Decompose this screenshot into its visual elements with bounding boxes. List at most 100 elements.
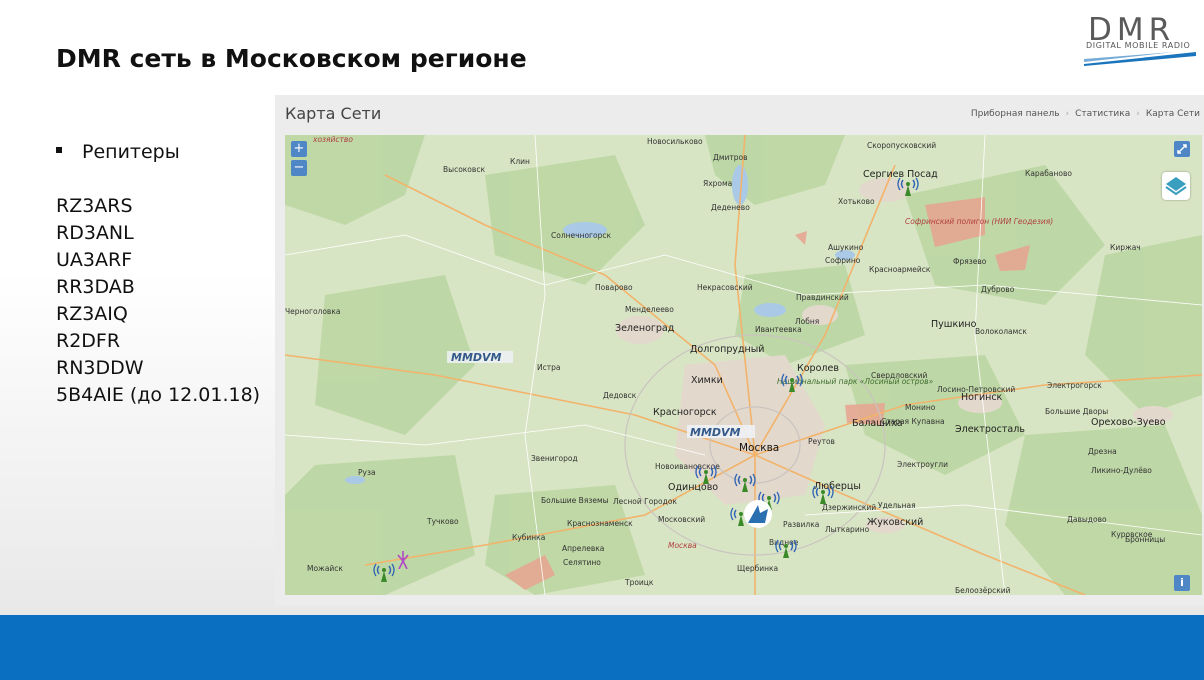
map-place-label: Москва <box>668 541 697 550</box>
map-place-label: Лесной Городок <box>613 497 677 506</box>
map-place-label: Большие Вяземы <box>541 496 609 505</box>
map-place-label: Карабаново <box>1025 169 1072 178</box>
map-place-label: Кубинка <box>512 533 546 542</box>
panel-header: Карта Сети Приборная панель › Статистика › К… <box>275 95 1204 133</box>
repeater-item: RD3ANL <box>56 222 134 244</box>
panel-title: Карта Сети <box>285 104 382 123</box>
map-place-label: Киржач <box>1110 243 1141 252</box>
map-place-label: Развилка <box>783 520 820 529</box>
map-place-label: Долгопрудный <box>690 344 765 355</box>
repeater-marker-icon[interactable] <box>775 539 797 559</box>
map-place-label: Давыдово <box>1067 515 1107 524</box>
map-place-label: Яхрома <box>703 179 733 188</box>
svg-text:MMDVM: MMDVM <box>451 351 502 364</box>
map-place-label: Ашукино <box>828 243 864 252</box>
breadcrumb-dashboard[interactable]: Приборная панель <box>971 109 1060 119</box>
repeater-item: RZ3ARS <box>56 195 133 217</box>
map-place-label: Волоколамск <box>975 327 1027 336</box>
map-place-label: Большие Дворы <box>1045 407 1109 416</box>
map-place-label: Некрасовский <box>697 283 753 292</box>
map-place-label: Тучково <box>427 517 459 526</box>
logo-swoosh-icon <box>1084 52 1196 66</box>
map-place-label: Бронницы <box>1125 535 1166 544</box>
map-place-label: Дуброво <box>981 285 1015 294</box>
map-place-label: Звенигород <box>531 454 578 463</box>
repeater-marker-icon[interactable] <box>734 473 756 493</box>
repeater-marker-icon[interactable] <box>695 465 717 485</box>
map-place-label: Истра <box>537 363 561 372</box>
map-place-label: Щербинка <box>737 564 779 573</box>
map-place-label: Фрязево <box>953 257 987 266</box>
map-place-label: Клин <box>510 157 530 166</box>
map-place-label: Селятино <box>563 558 601 567</box>
repeater-marker-icon[interactable] <box>812 485 834 505</box>
dmr-logo: DMR DIGITAL MOBILE RADIO <box>1084 14 1196 66</box>
info-button[interactable]: i <box>1174 575 1190 591</box>
map-place-label: Поварово <box>595 283 633 292</box>
map-place-label: Скоропусковский <box>867 141 937 150</box>
fullscreen-button[interactable] <box>1174 141 1190 157</box>
map-place-label: Черноголовка <box>285 307 341 316</box>
map-place-label: Московский <box>658 515 706 524</box>
repeater-marker-icon[interactable] <box>897 177 919 197</box>
map-place-label: Ногинск <box>961 392 1003 403</box>
map-place-label: Деденево <box>711 203 750 212</box>
map-place-label: Правдинский <box>796 293 849 302</box>
map-place-label: Монино <box>905 403 936 412</box>
map-place-label: Руза <box>358 468 376 477</box>
svg-text:MMDVM: MMDVM <box>690 426 741 439</box>
mmdvm-watermark-west: MMDVM <box>447 351 513 364</box>
map-place-label: Софринский полигон (НИИ Геодезия) <box>905 217 1054 226</box>
repeater-list: RZ3ARS RD3ANL UA3ARF RR3DAB RZ3AIQ R2DFR… <box>56 195 260 411</box>
logo-subtitle: DIGITAL MOBILE RADIO <box>1086 41 1191 50</box>
breadcrumb: Приборная панель › Статистика › Карта Сети <box>970 109 1200 119</box>
repeater-item: 5B4AIE (до 12.01.18) <box>56 384 261 406</box>
zoom-in-button[interactable]: + <box>291 141 307 157</box>
map-place-label: Можайск <box>307 564 343 573</box>
map-place-label: Белоозёрский <box>955 586 1011 595</box>
breadcrumb-network-map: Карта Сети <box>1145 109 1200 119</box>
map-place-label: Дедовск <box>603 391 637 400</box>
map-place-label: Орехово-Зуево <box>1091 417 1166 428</box>
map-place-label: Краснознаменск <box>567 519 633 528</box>
repeater-item: R2DFR <box>56 330 121 352</box>
map-place-label: Жуковский <box>867 517 924 528</box>
network-map-panel: Карта Сети Приборная панель › Статистика › К… <box>275 95 1204 605</box>
footer-bar <box>0 615 1204 680</box>
breadcrumb-statistics[interactable]: Статистика <box>1075 109 1130 119</box>
repeater-marker-icon[interactable] <box>781 373 803 393</box>
slide-title: DMR сеть в Московском регионе <box>56 44 527 73</box>
map-place-label: Лыткарино <box>825 525 870 534</box>
layers-button[interactable] <box>1162 172 1190 200</box>
fullscreen-icon <box>1177 144 1187 154</box>
bullet-repeaters: Репитеры <box>56 141 180 163</box>
bullet-square-icon <box>56 146 62 153</box>
map-place-label: Реутов <box>808 437 835 446</box>
network-map[interactable]: MMDVM MMDVM хозяйство Новосильково Скоропу… <box>285 135 1202 595</box>
map-place-label: Удельная <box>878 501 916 510</box>
map-place-label: Химки <box>691 375 723 386</box>
map-place-label: Ивантеевка <box>755 325 802 334</box>
map-place-label: Ликино-Дулёво <box>1091 466 1152 475</box>
repeater-item: RZ3AIQ <box>56 303 128 325</box>
map-place-label: Менделеево <box>625 305 674 314</box>
map-place-label: Дрезна <box>1088 447 1117 456</box>
map-place-label: Софрино <box>825 256 861 265</box>
mmdvm-watermark-center: MMDVM <box>687 425 755 439</box>
map-place-label: Королев <box>797 363 839 374</box>
purple-station-marker-icon[interactable] <box>396 551 410 569</box>
repeater-marker-icon[interactable] <box>373 563 395 583</box>
map-place-label: хозяйство <box>313 135 353 144</box>
map-place-label: Пушкино <box>931 319 977 330</box>
hotspot-marker-icon[interactable] <box>743 499 773 529</box>
map-place-label: Электросталь <box>955 424 1025 435</box>
zoom-out-button[interactable]: − <box>291 160 307 176</box>
map-place-label: Новосильково <box>647 137 703 146</box>
repeater-item: UA3ARF <box>56 249 133 271</box>
map-place-label: Высоковск <box>443 165 485 174</box>
map-place-label: Электроугли <box>897 460 948 469</box>
map-place-label: Дмитров <box>713 153 748 162</box>
map-place-label: Солнечногорск <box>551 231 612 240</box>
repeater-item: RR3DAB <box>56 276 135 298</box>
map-place-label: Балашиха <box>852 418 903 429</box>
